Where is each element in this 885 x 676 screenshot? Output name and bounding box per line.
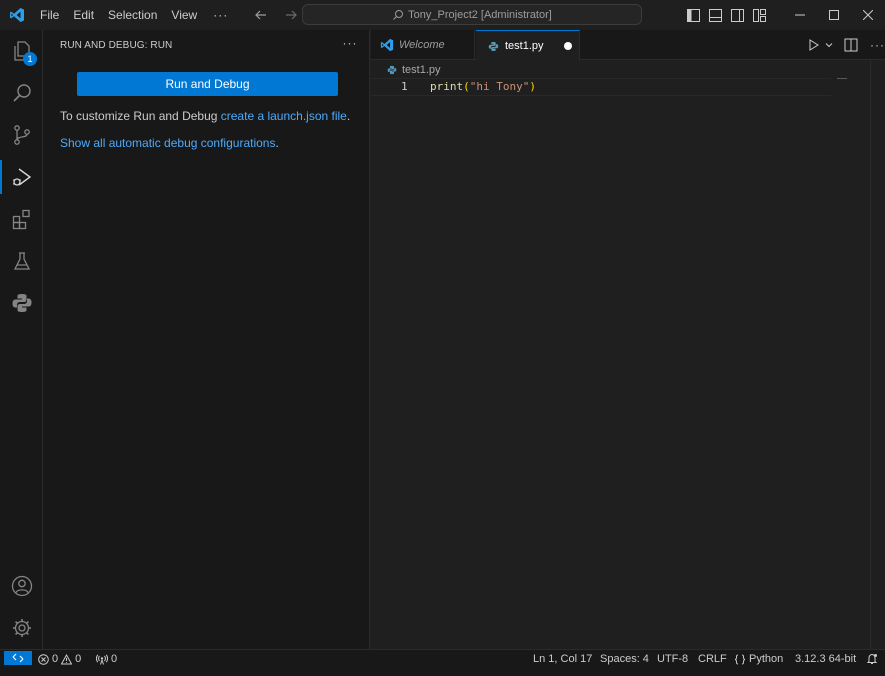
window-controls bbox=[783, 0, 885, 30]
minimize-icon[interactable] bbox=[783, 0, 817, 30]
show-all-period: . bbox=[275, 136, 279, 150]
breadcrumb-file: test1.py bbox=[402, 64, 441, 76]
back-arrow-icon[interactable] bbox=[250, 4, 272, 26]
customize-message: To customize Run and Debug create a laun… bbox=[60, 109, 350, 123]
end-of-line[interactable]: CRLF bbox=[698, 651, 727, 667]
activity-run-debug[interactable] bbox=[0, 156, 43, 198]
warning-icon bbox=[61, 653, 73, 664]
code-close-paren: ) bbox=[529, 80, 536, 93]
activity-accounts[interactable] bbox=[0, 565, 43, 607]
forward-arrow-icon[interactable] bbox=[280, 4, 302, 26]
menu-view[interactable]: View bbox=[165, 0, 205, 30]
code-open-paren: ( bbox=[463, 80, 470, 93]
python-file-icon bbox=[488, 41, 499, 51]
activity-extensions[interactable] bbox=[0, 198, 43, 240]
create-launch-json-link[interactable]: create a launch.json file bbox=[221, 109, 347, 123]
close-icon[interactable] bbox=[851, 0, 885, 30]
source-control-icon bbox=[13, 125, 30, 145]
sidebar-more-actions[interactable]: ··· bbox=[342, 36, 358, 52]
ports-indicator[interactable]: 0 bbox=[96, 651, 117, 667]
menu-more[interactable]: ··· bbox=[205, 0, 236, 30]
editor-area: Welcome test1.py ··· test1.py 1 print("h… bbox=[371, 30, 885, 649]
explorer-badge: 1 bbox=[23, 52, 37, 66]
code-line-1[interactable]: print("hi Tony") bbox=[430, 80, 536, 93]
run-python-file-icon[interactable] bbox=[808, 39, 820, 51]
customize-text: To customize Run and Debug bbox=[60, 109, 221, 123]
activity-testing[interactable] bbox=[0, 240, 43, 282]
chevron-down-icon[interactable] bbox=[824, 40, 834, 50]
toggle-panel-icon[interactable] bbox=[706, 4, 724, 26]
customize-layout-icon[interactable] bbox=[750, 4, 768, 26]
cursor-position[interactable]: Ln 1, Col 17 bbox=[533, 651, 592, 667]
ports-count: 0 bbox=[111, 653, 118, 665]
run-debug-icon bbox=[12, 168, 31, 186]
braces-icon bbox=[734, 654, 746, 664]
tab-welcome[interactable]: Welcome bbox=[371, 30, 475, 60]
remote-icon bbox=[12, 653, 24, 663]
search-icon bbox=[393, 9, 404, 20]
show-all-configs-message: Show all automatic debug configurations. bbox=[60, 136, 279, 150]
toggle-primary-sidebar-icon[interactable] bbox=[684, 4, 702, 26]
editor-actions: ··· bbox=[808, 30, 885, 60]
run-debug-sidebar: RUN AND DEBUG: RUN ··· Run and Debug To … bbox=[43, 30, 370, 649]
title-bar: File Edit Selection View ··· Tony_Projec… bbox=[0, 0, 885, 30]
menu-edit[interactable]: Edit bbox=[67, 0, 102, 30]
sidebar-title: RUN AND DEBUG: RUN bbox=[60, 40, 173, 51]
search-icon bbox=[12, 84, 31, 102]
navigation-arrows bbox=[250, 0, 302, 30]
indentation[interactable]: Spaces: 4 bbox=[600, 651, 649, 667]
customize-period: . bbox=[346, 109, 351, 123]
encoding[interactable]: UTF-8 bbox=[657, 651, 688, 667]
tab-test1-py[interactable]: test1.py bbox=[476, 30, 580, 61]
python-file-icon bbox=[387, 65, 397, 75]
activity-search[interactable] bbox=[0, 72, 43, 114]
unsaved-dot-icon[interactable] bbox=[564, 42, 572, 50]
account-icon bbox=[11, 575, 32, 597]
code-string: "hi Tony" bbox=[469, 80, 530, 93]
vertical-scrollbar[interactable] bbox=[870, 60, 871, 649]
editor-tab-bar: Welcome test1.py ··· bbox=[371, 30, 885, 61]
command-center-label: Tony_Project2 [Administrator] bbox=[408, 8, 552, 21]
status-bar: 0 0 0 Ln 1, Col 17 Spaces: 4 UTF-8 CRLF … bbox=[0, 649, 885, 676]
command-center[interactable]: Tony_Project2 [Administrator] bbox=[302, 4, 642, 25]
activity-manage[interactable] bbox=[0, 607, 43, 649]
warning-count: 0 bbox=[75, 653, 82, 665]
menu-file[interactable]: File bbox=[34, 0, 67, 30]
gear-icon bbox=[12, 619, 31, 637]
maximize-icon[interactable] bbox=[817, 0, 851, 30]
activity-bar: 1 bbox=[0, 30, 43, 649]
line-number: 1 bbox=[401, 80, 408, 93]
menu-selection[interactable]: Selection bbox=[102, 0, 165, 30]
vscode-logo-icon bbox=[380, 38, 394, 52]
problems-indicator[interactable]: 0 0 bbox=[38, 651, 81, 667]
tab-welcome-label: Welcome bbox=[399, 39, 445, 51]
python-icon bbox=[12, 294, 31, 312]
error-count: 0 bbox=[52, 653, 59, 665]
error-icon bbox=[38, 653, 49, 665]
extensions-icon bbox=[12, 209, 30, 230]
vscode-logo-icon bbox=[0, 0, 34, 30]
remote-indicator[interactable] bbox=[4, 651, 32, 665]
activity-source-control[interactable] bbox=[0, 114, 43, 156]
python-interpreter[interactable]: 3.12.3 64-bit bbox=[795, 651, 856, 667]
language-label: Python bbox=[749, 653, 784, 665]
notifications-bell-icon[interactable] bbox=[866, 651, 878, 667]
editor-more-actions[interactable]: ··· bbox=[870, 38, 885, 52]
tab-test1-py-label: test1.py bbox=[505, 40, 544, 52]
activity-python[interactable] bbox=[0, 282, 43, 324]
menu-bar: File Edit Selection View ··· bbox=[34, 0, 236, 30]
toggle-secondary-sidebar-icon[interactable] bbox=[728, 4, 746, 26]
language-mode[interactable]: Python bbox=[734, 651, 783, 667]
flask-icon bbox=[13, 252, 30, 270]
breadcrumb[interactable]: test1.py bbox=[387, 64, 441, 76]
run-and-debug-button[interactable]: Run and Debug bbox=[77, 72, 338, 96]
code-function: print bbox=[430, 80, 464, 93]
activity-explorer[interactable]: 1 bbox=[0, 30, 43, 72]
broadcast-icon bbox=[96, 653, 108, 665]
minimap[interactable] bbox=[837, 78, 847, 79]
layout-controls bbox=[684, 0, 768, 30]
split-editor-icon[interactable] bbox=[844, 38, 858, 52]
show-all-configs-link[interactable]: Show all automatic debug configurations bbox=[60, 136, 275, 150]
